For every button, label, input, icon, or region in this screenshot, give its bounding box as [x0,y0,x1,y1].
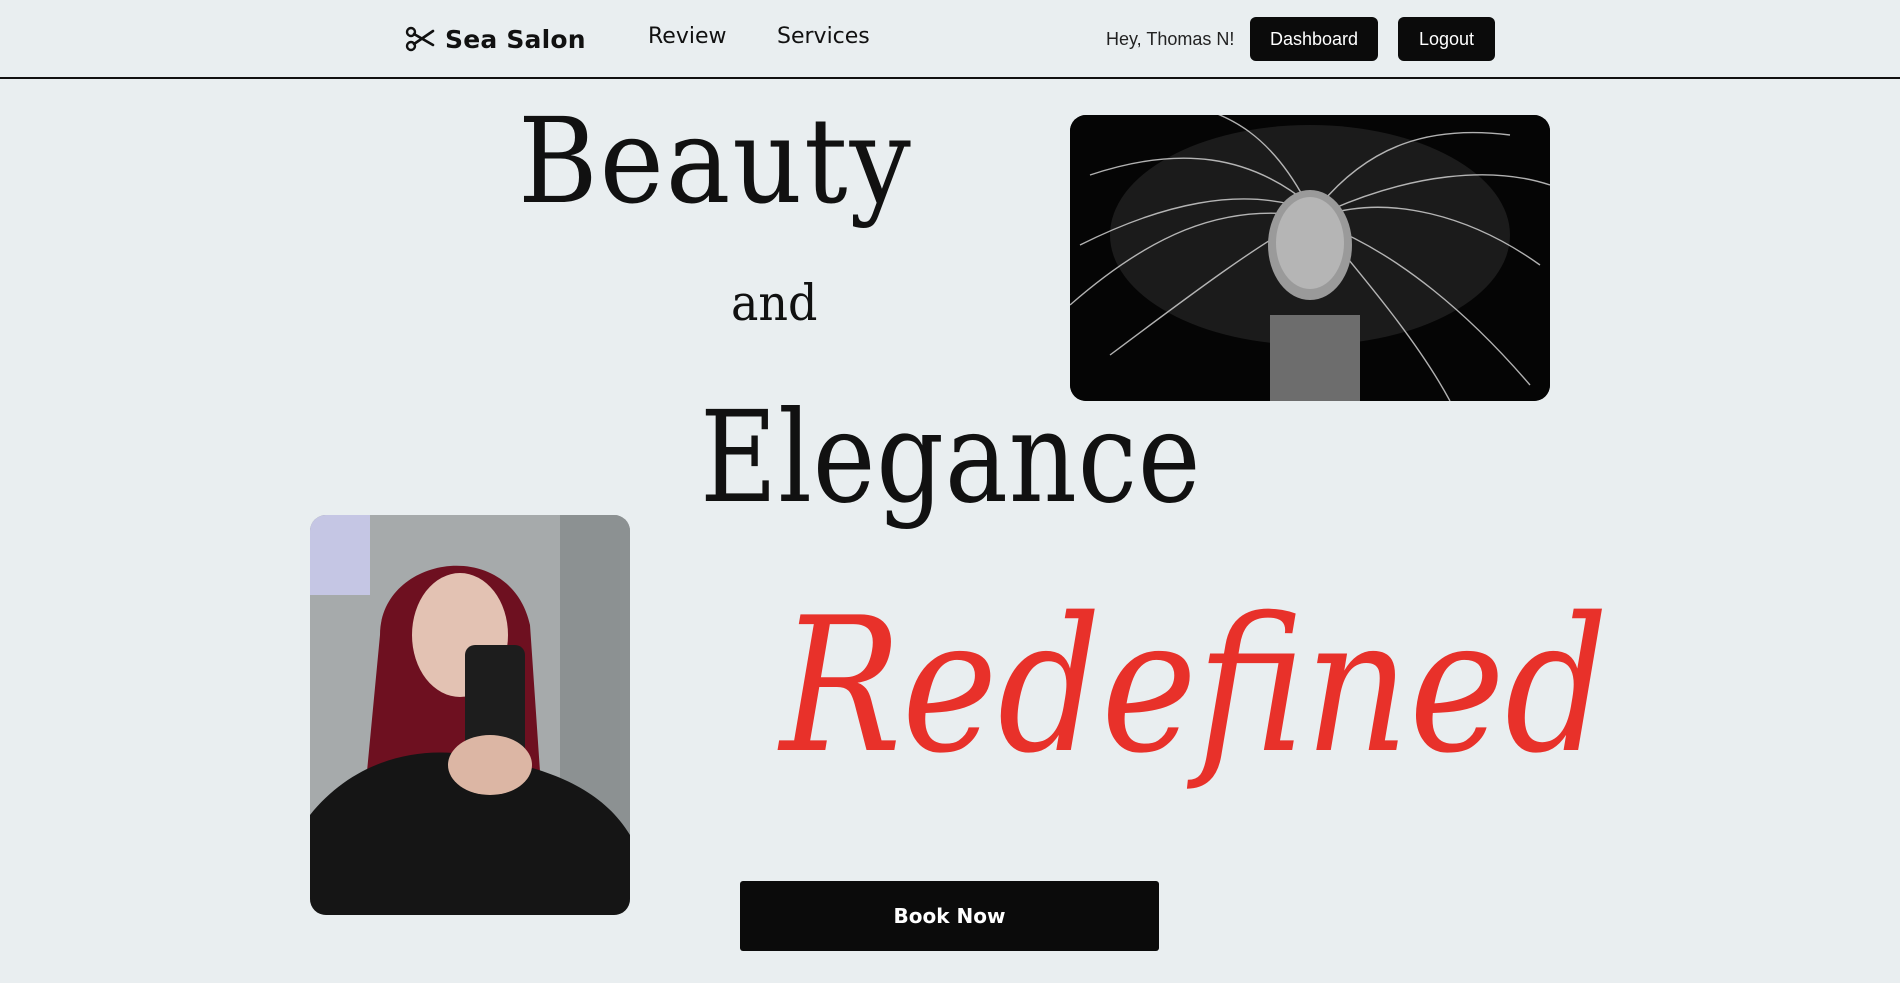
dashboard-button[interactable]: Dashboard [1250,17,1378,61]
scissors-icon [405,26,435,52]
logout-button[interactable]: Logout [1398,17,1495,61]
hero-word-beauty: Beauty [518,92,913,230]
hero-word-elegance: Elegance [700,384,1202,531]
hero-word-and: and [731,274,818,332]
landing-page: Sea Salon Review Services Hey, Thomas N!… [0,0,1900,983]
user-greeting: Hey, Thomas N! [1106,29,1235,49]
nav-review-link[interactable]: Review [648,24,727,49]
book-now-button[interactable]: Book Now [740,881,1159,951]
brand-logo[interactable]: Sea Salon [405,22,586,56]
hero-word-redefined: Redefined [780,577,1609,794]
hero-photo-mirror-selfie [310,515,630,915]
hero-photo-windswept-hair [1070,115,1550,401]
nav-services-link[interactable]: Services [777,24,870,49]
brand-name: Sea Salon [445,24,586,54]
navbar: Sea Salon Review Services Hey, Thomas N!… [0,0,1900,79]
